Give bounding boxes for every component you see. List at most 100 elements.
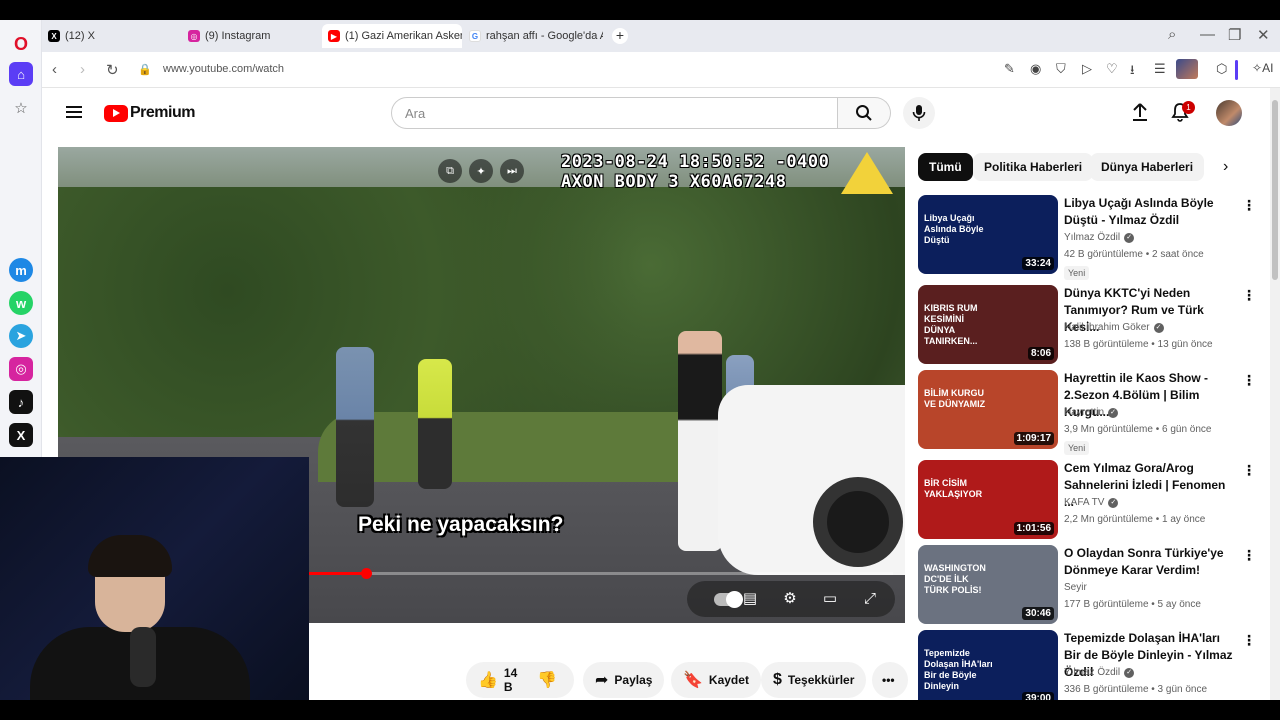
messenger-icon[interactable]: m — [9, 258, 33, 282]
recommendation-item[interactable]: BİLİM KURGU VE DÜNYAMIZ 1:09:17 Hayretti… — [918, 370, 1258, 455]
voice-search-button[interactable] — [903, 97, 935, 129]
upload-icon[interactable] — [1131, 102, 1149, 127]
profile-avatar-icon[interactable] — [1176, 59, 1198, 79]
search-tabs-icon[interactable]: ⌕ — [1168, 26, 1176, 43]
subtitles-icon[interactable]: ▤ — [740, 590, 760, 608]
thanks-dollar-icon: $ — [773, 671, 782, 688]
more-vertical-icon[interactable]: ⋮ — [1242, 372, 1256, 389]
camera-icon[interactable]: ◉ — [1030, 61, 1041, 77]
ai-button[interactable]: ✧AI — [1252, 61, 1273, 75]
tab-youtube-active[interactable]: ▶ (1) Gazi Amerikan Askeri V — [322, 24, 462, 48]
channel-name[interactable]: Seyir — [1064, 582, 1087, 593]
man-figure — [678, 331, 722, 551]
new-badge: Yeni — [1064, 441, 1090, 455]
recommendation-item[interactable]: Libya Uçağı Aslında Böyle Düştü 33:24 Li… — [918, 195, 1258, 280]
recommendation-item[interactable]: BİR CİSİM YAKLAŞIYOR 1:01:56 Cem Yılmaz … — [918, 460, 1258, 540]
theater-mode-icon[interactable]: ▭ — [820, 590, 840, 608]
more-actions-button[interactable]: ••• — [872, 662, 908, 698]
like-button[interactable]: 👍 14 B 👎 — [466, 662, 574, 698]
video-thumbnail[interactable]: BİR CİSİM YAKLAŞIYOR 1:01:56 — [918, 460, 1058, 539]
channel-name[interactable]: Yılmaz Özdil ✓ — [1064, 667, 1135, 678]
chip-all[interactable]: Tümü — [918, 153, 973, 181]
heart-icon[interactable]: ♡ — [1106, 61, 1118, 77]
video-thumbnail[interactable]: KIBRIS RUM KESİMİNİ DÜNYA TANIRKEN... 8:… — [918, 285, 1058, 364]
instagram-icon[interactable]: ◎ — [9, 357, 33, 381]
minimize-icon[interactable]: — — [1200, 26, 1215, 43]
url-field[interactable]: www.youtube.com/watch — [163, 63, 284, 75]
video-meta: 42 B görüntüleme • 2 saat önce — [1064, 249, 1204, 260]
video-thumbnail[interactable]: WASHINGTON DC'DE İLK TÜRK POLİS! 30:46 — [918, 545, 1058, 624]
channel-name[interactable]: Halil İbrahim Göker ✓ — [1064, 322, 1164, 333]
channel-name[interactable]: Hayrettin ✓ — [1064, 407, 1119, 418]
recommendation-title[interactable]: Libya Uçağı Aslında Böyle Düştü - Yılmaz… — [1064, 195, 1236, 229]
telegram-icon[interactable]: ➤ — [9, 324, 33, 348]
search-button[interactable] — [838, 97, 891, 129]
download-icon[interactable]: ⭳ — [1130, 61, 1135, 83]
search-input[interactable]: Ara — [391, 97, 838, 129]
play-icon[interactable]: ▷ — [1082, 61, 1092, 77]
channel-name[interactable]: Yılmaz Özdil ✓ — [1064, 232, 1135, 243]
streamer-hair — [88, 535, 172, 577]
tab-instagram[interactable]: ◎ (9) Instagram — [182, 24, 318, 48]
extensions-cube-icon[interactable]: ⬡ — [1216, 61, 1227, 77]
close-window-icon[interactable]: ✕ — [1257, 26, 1270, 44]
autoplay-toggle[interactable] — [714, 591, 743, 608]
recommendation-title[interactable]: O Olaydan Sonra Türkiye'ye Dönmeye Karar… — [1064, 545, 1236, 579]
edit-icon[interactable]: ✎ — [1004, 61, 1015, 77]
new-tab-button[interactable]: + — [612, 28, 628, 44]
ai-label: AI — [1262, 61, 1274, 75]
skip-next-icon[interactable]: ⏭ — [500, 159, 524, 183]
bookmarks-star-icon[interactable]: ☆ — [9, 96, 33, 120]
more-vertical-icon[interactable]: ⋮ — [1242, 197, 1256, 214]
video-thumbnail[interactable]: Tepemizde Dolaşan İHA'ları Bir de Böyle … — [918, 630, 1058, 700]
settings-gear-icon[interactable]: ⚙ — [780, 590, 800, 608]
menu-icon[interactable] — [66, 106, 82, 118]
back-icon[interactable]: ‹ — [52, 61, 57, 78]
chip-politics[interactable]: Politika Haberleri — [973, 153, 1094, 181]
tiktok-icon[interactable]: ♪ — [9, 390, 33, 414]
avatar[interactable] — [1216, 100, 1242, 126]
recommendation-item[interactable]: KIBRIS RUM KESİMİNİ DÜNYA TANIRKEN... 8:… — [918, 285, 1258, 365]
sidebar-divider — [1235, 60, 1238, 80]
video-thumbnail[interactable]: BİLİM KURGU VE DÜNYAMIZ 1:09:17 — [918, 370, 1058, 449]
more-horizontal-icon: ••• — [882, 673, 895, 687]
forward-icon[interactable]: › — [80, 61, 85, 78]
reload-icon[interactable]: ↻ — [106, 61, 119, 79]
thumbs-down-icon[interactable]: 👎 — [537, 670, 557, 690]
sparkle-icon[interactable]: ✦ — [469, 159, 493, 183]
webcam-overlay — [0, 457, 309, 700]
chevron-right-icon[interactable]: › — [1223, 158, 1228, 176]
more-vertical-icon[interactable]: ⋮ — [1242, 632, 1256, 649]
shield-icon[interactable]: ⛉ — [1056, 61, 1066, 77]
share-button[interactable]: ➦ Paylaş — [583, 662, 665, 698]
tab-google[interactable]: G rahşan affı - Google'da Ar — [463, 24, 603, 48]
thumbnail-text: Tepemizde Dolaşan İHA'ları Bir de Böyle … — [924, 648, 993, 691]
recommendation-item[interactable]: WASHINGTON DC'DE İLK TÜRK POLİS! 30:46 O… — [918, 545, 1258, 625]
bookmark-icon: 🔖 — [683, 672, 703, 689]
opera-logo-icon[interactable]: O — [9, 32, 33, 56]
video-thumbnail[interactable]: Libya Uçağı Aslında Böyle Düştü 33:24 — [918, 195, 1058, 274]
thumbs-up-icon: 👍 — [478, 672, 498, 689]
more-vertical-icon[interactable]: ⋮ — [1242, 462, 1256, 479]
whatsapp-icon[interactable]: w — [9, 291, 33, 315]
channel-name[interactable]: KAFA TV ✓ — [1064, 497, 1119, 508]
thumbnail-text: WASHINGTON DC'DE İLK TÜRK POLİS! — [924, 563, 986, 595]
chip-world-news[interactable]: Dünya Haberleri — [1090, 153, 1205, 181]
more-vertical-icon[interactable]: ⋮ — [1242, 547, 1256, 564]
scrollbar-thumb[interactable] — [1272, 100, 1278, 280]
fullscreen-icon[interactable]: ⤢ — [860, 590, 880, 608]
youtube-logo[interactable]: Premium — [104, 104, 195, 122]
verified-check-icon: ✓ — [1108, 497, 1119, 508]
thanks-button[interactable]: $ Teşekkürler — [761, 662, 867, 698]
x-logo-icon[interactable]: X — [9, 423, 33, 447]
recommendation-item[interactable]: Tepemizde Dolaşan İHA'ları Bir de Böyle … — [918, 630, 1258, 700]
search-icon — [856, 105, 872, 121]
save-button[interactable]: 🔖 Kaydet — [671, 662, 761, 698]
more-vertical-icon[interactable]: ⋮ — [1242, 287, 1256, 304]
home-icon[interactable]: ⌂ — [9, 62, 33, 86]
maximize-icon[interactable]: ❐ — [1228, 26, 1241, 44]
tab-x[interactable]: X (12) X — [42, 24, 178, 48]
menu-lines-icon[interactable]: ☰ — [1154, 61, 1166, 77]
miniplayer-icon[interactable]: ⧉ — [438, 159, 462, 183]
microphone-icon — [912, 105, 926, 121]
